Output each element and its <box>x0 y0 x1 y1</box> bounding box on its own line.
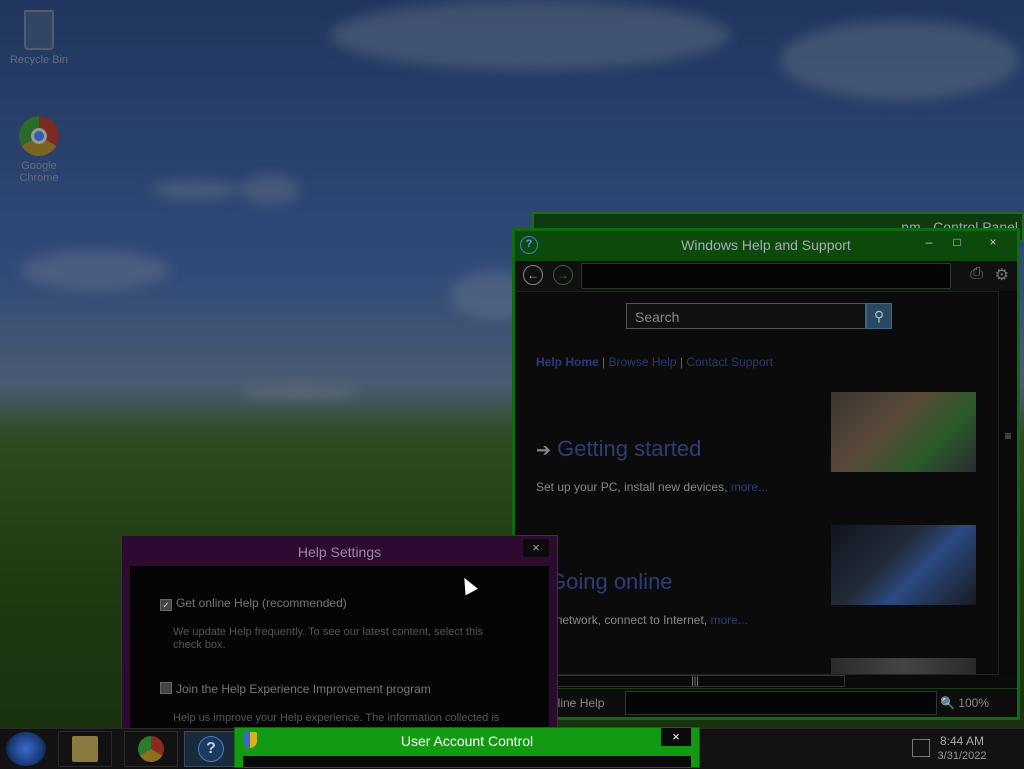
help-links: Help Home | Browse Help | Contact Suppor… <box>536 355 773 369</box>
topic-description-text: Set up your PC, install new devices, <box>536 480 731 494</box>
topic-description: Set up your PC, install new devices, mor… <box>536 480 856 494</box>
link-separator: | <box>602 355 606 369</box>
going-online-photo <box>831 525 976 605</box>
taskbar-file-explorer[interactable] <box>58 731 112 767</box>
help-icon: ? <box>198 736 224 762</box>
help-home-link[interactable]: Help Home <box>536 355 599 369</box>
desktop-icon-label: Google Chrome <box>19 160 59 184</box>
user-account-control-dialog[interactable]: User Account Control × <box>234 727 700 768</box>
scroll-thumb[interactable]: ||| <box>545 675 845 687</box>
recycle-bin-icon <box>24 10 54 50</box>
uac-body <box>243 756 691 767</box>
link-separator: | <box>679 355 683 369</box>
dialog-body: ✓ Get online Help (recommended) We update… <box>130 566 549 734</box>
zoom-value: 100% <box>958 696 989 710</box>
cloud <box>780 20 1020 100</box>
scroll-thumb[interactable]: ≡ <box>1002 430 1014 442</box>
close-button[interactable]: × <box>523 539 549 557</box>
more-link[interactable]: more... <box>731 480 768 494</box>
zoom-icon: 🔍 <box>940 696 955 710</box>
search-button[interactable]: ⚲ <box>866 303 892 329</box>
topic-description: up a network, connect to Internet, more.… <box>529 613 869 627</box>
dialog-title: Help Settings <box>297 544 382 560</box>
topic-heading[interactable]: Going online <box>549 569 869 595</box>
arrow-icon: ➔ <box>536 440 552 460</box>
topic-heading-label: Getting started <box>557 436 702 461</box>
topic-heading[interactable]: ➔ Getting started <box>536 436 856 462</box>
option-note: We update Help frequently. To see our la… <box>173 626 484 651</box>
status-field <box>625 691 937 715</box>
chrome-icon <box>19 116 59 156</box>
desktop-icon-google-chrome[interactable]: Google Chrome <box>4 116 74 184</box>
search-input[interactable]: Search <box>626 303 866 329</box>
close-button[interactable]: × <box>979 231 1007 253</box>
help-and-support-window[interactable]: ? Windows Help and Support – □ × ← → ⎙ ⚙… <box>512 228 1020 720</box>
maximize-button[interactable]: □ <box>943 231 971 253</box>
folder-icon <box>72 736 98 762</box>
gear-icon[interactable]: ⚙ <box>995 265 1009 285</box>
help-settings-dialog[interactable]: Help Settings × ✓ Get online Help (recomm… <box>121 535 558 735</box>
cloud <box>330 0 730 70</box>
taskbar-chrome[interactable] <box>124 731 178 767</box>
online-help-option[interactable]: ✓ Get online Help (recommended) <box>160 596 347 611</box>
print-icon[interactable]: ⎙ <box>970 265 983 283</box>
cloud <box>150 180 240 200</box>
chrome-icon <box>138 736 164 762</box>
topic-going-online: Going online up a network, connect to In… <box>529 569 869 627</box>
option-label: Get online Help (recommended) <box>176 596 347 610</box>
address-bar[interactable] <box>581 263 951 289</box>
desktop-icon-recycle-bin[interactable]: Recycle Bin <box>4 10 74 66</box>
topic-getting-started: ➔ Getting started Set up your PC, install… <box>536 436 856 494</box>
online-help-status[interactable]: nline Help <box>551 696 604 710</box>
experience-program-option[interactable]: Join the Help Experience Improvement pro… <box>160 682 431 696</box>
network-icon[interactable] <box>912 739 930 757</box>
uac-title: User Account Control <box>400 733 534 749</box>
help-content: Search ⚲ Help Home | Browse Help | Conta… <box>515 291 999 677</box>
browse-help-link[interactable]: Browse Help <box>609 355 677 369</box>
help-statusbar: nline Help 🔍 100% <box>515 688 1017 717</box>
contact-support-link[interactable]: Contact Support <box>686 355 773 369</box>
option-note: Help us improve your Help experience. Th… <box>173 712 500 724</box>
vertical-scrollbar[interactable]: ≡ <box>998 291 1017 677</box>
cloud <box>20 250 170 290</box>
forward-button[interactable]: → <box>553 265 573 285</box>
option-label: Join the Help Experience Improvement pro… <box>176 682 431 696</box>
experience-program-checkbox[interactable] <box>160 682 172 694</box>
cloud <box>240 175 300 205</box>
more-link[interactable]: more... <box>710 613 747 627</box>
system-tray: 8:44 AM 3/31/2022 <box>904 729 1024 769</box>
topic-heading-label: Going online <box>549 569 673 594</box>
close-button[interactable]: × <box>661 728 691 746</box>
clock-time[interactable]: 8:44 AM <box>934 734 990 748</box>
cloud <box>240 385 360 401</box>
online-help-checkbox[interactable]: ✓ <box>160 599 172 611</box>
start-button[interactable] <box>6 732 46 766</box>
desktop-icon-label: Recycle Bin <box>9 54 69 66</box>
taskbar-help[interactable]: ? <box>184 731 238 767</box>
help-titlebar[interactable]: ? Windows Help and Support – □ × <box>515 231 1017 261</box>
clock-date[interactable]: 3/31/2022 <box>934 750 990 762</box>
minimize-button[interactable]: – <box>915 231 943 253</box>
getting-started-photo <box>831 392 976 472</box>
zoom-level[interactable]: 🔍 100% <box>940 696 989 710</box>
help-toolbar: ← → ⎙ ⚙ <box>515 261 1017 292</box>
back-button[interactable]: ← <box>523 265 543 285</box>
horizontal-scrollbar[interactable]: ||| <box>545 674 999 689</box>
